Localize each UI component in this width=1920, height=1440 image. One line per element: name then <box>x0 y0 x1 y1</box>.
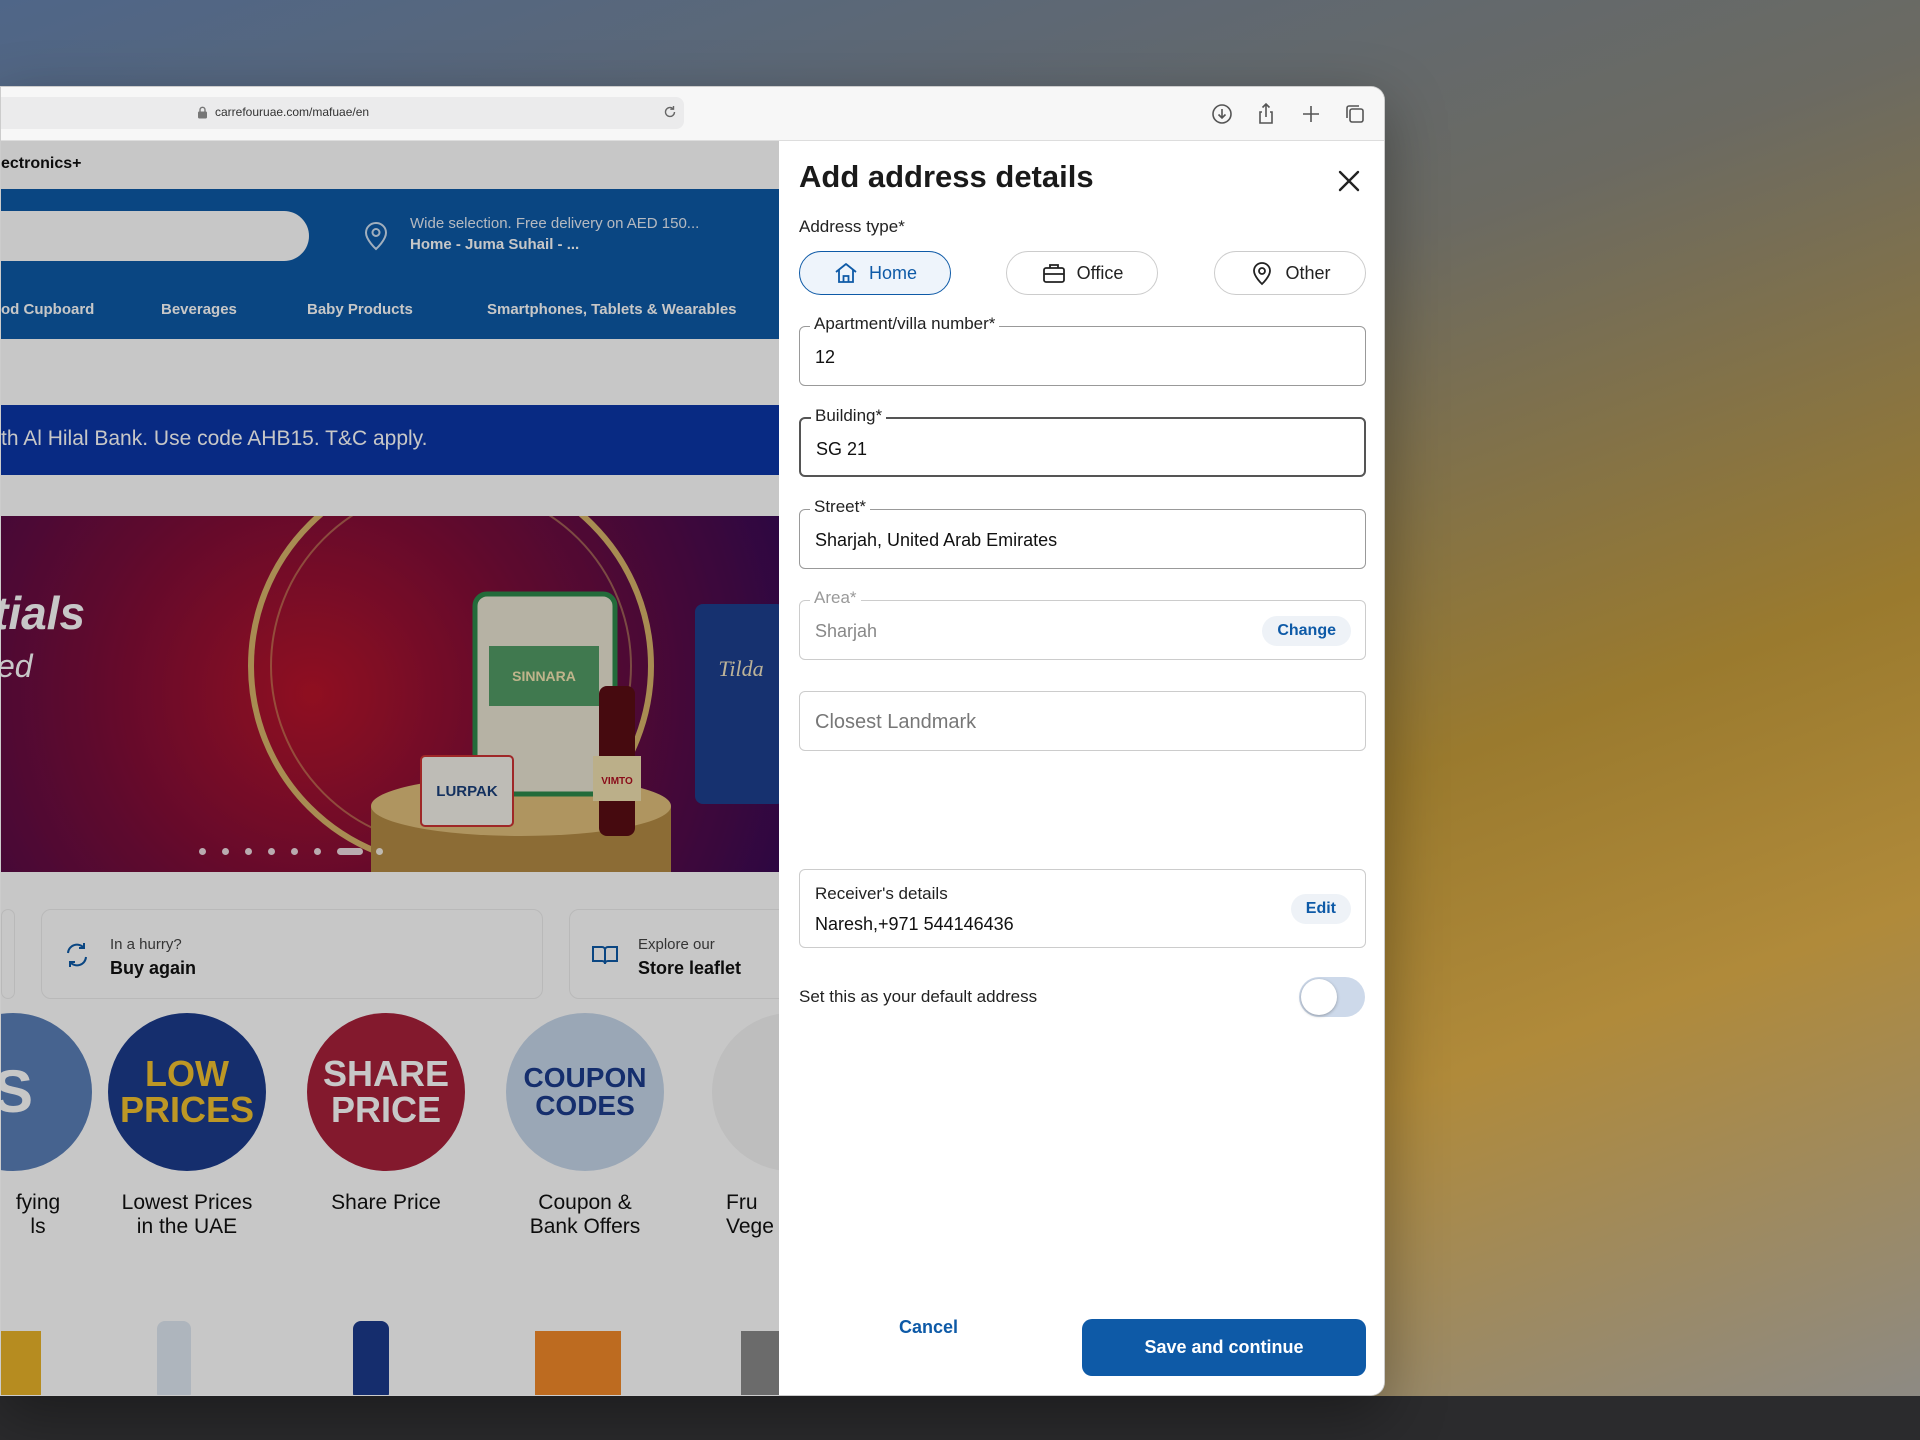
address-type-label: Home <box>868 262 917 283</box>
apartment-field[interactable]: Apartment/villa number* 12 <box>799 314 1366 386</box>
receiver-details: Receiver's details Naresh,+971 544146436… <box>799 869 1366 948</box>
address-type-label: Address type* <box>799 217 905 236</box>
reload-icon[interactable] <box>662 104 678 120</box>
address-drawer: Add address details Address type* Home O… <box>779 141 1384 1395</box>
area-field: Area* Sharjah Change <box>799 588 1366 660</box>
new-tab-icon[interactable] <box>1298 101 1324 127</box>
field-label: Building* <box>811 406 887 426</box>
field-label: Apartment/villa number* <box>810 314 1000 334</box>
change-area-button[interactable]: Change <box>1262 616 1351 646</box>
default-address-label: Set this as your default address <box>799 987 1038 1006</box>
receiver-title: Receiver's details <box>815 884 948 903</box>
briefcase-icon <box>1042 264 1065 283</box>
modal-overlay[interactable] <box>1 141 779 1395</box>
browser-window: carrefouruae.com/mafuae/en ectronics+ Wi… <box>0 86 1385 1396</box>
toggle-knob <box>1301 979 1337 1015</box>
location-pin-icon <box>1253 262 1272 286</box>
address-type-label: Other <box>1285 262 1331 283</box>
landmark-input[interactable]: Closest Landmark <box>799 691 1366 751</box>
default-address-toggle[interactable] <box>1299 977 1365 1017</box>
share-icon[interactable] <box>1253 101 1279 127</box>
address-type-label: Office <box>1076 262 1124 283</box>
field-value: Sharjah <box>815 621 878 641</box>
drawer-title: Add address details <box>799 159 1094 194</box>
download-icon[interactable] <box>1209 101 1235 127</box>
address-type-other[interactable]: Other <box>1214 251 1366 295</box>
desktop-backdrop <box>0 1396 1920 1440</box>
building-field[interactable]: Building* SG 21 <box>799 406 1366 477</box>
field-label: Street* <box>810 497 870 517</box>
field-label: Area* <box>810 588 861 608</box>
field-value: SG 21 <box>816 439 868 459</box>
home-icon <box>835 263 857 283</box>
save-and-continue-button[interactable]: Save and continue <box>1082 1319 1366 1376</box>
browser-toolbar: carrefouruae.com/mafuae/en <box>1 87 1384 141</box>
landmark-placeholder: Closest Landmark <box>815 711 977 733</box>
edit-receiver-button[interactable]: Edit <box>1290 894 1351 924</box>
street-field[interactable]: Street* Sharjah, United Arab Emirates <box>799 497 1366 569</box>
address-bar[interactable]: carrefouruae.com/mafuae/en <box>1 97 684 129</box>
field-value: 12 <box>815 347 836 367</box>
tab-overview-icon[interactable] <box>1342 101 1368 127</box>
lock-icon <box>198 106 207 119</box>
url-text: carrefouruae.com/mafuae/en <box>215 105 370 119</box>
receiver-value: Naresh,+971 544146436 <box>815 914 1014 934</box>
close-icon[interactable] <box>1334 166 1364 196</box>
address-type-home[interactable]: Home <box>799 251 951 295</box>
field-value: Sharjah, United Arab Emirates <box>815 530 1058 550</box>
address-type-office[interactable]: Office <box>1006 251 1158 295</box>
cancel-button[interactable]: Cancel <box>899 1317 958 1338</box>
